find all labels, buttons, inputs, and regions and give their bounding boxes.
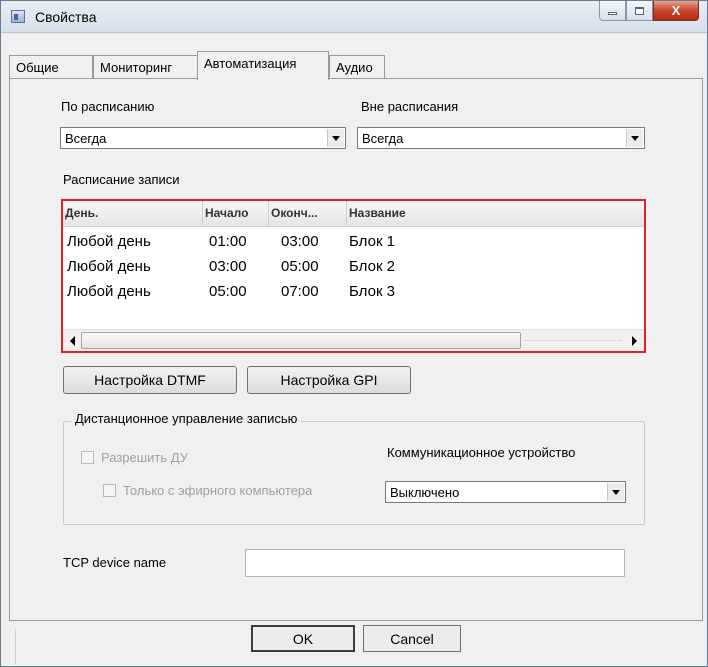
cell-end: 03:00 [281, 233, 319, 250]
cell-start: 01:00 [209, 233, 247, 250]
table-row[interactable]: Любой день 05:00 07:00 Блок 3 [63, 281, 644, 306]
off-schedule-label: Вне расписания [361, 99, 459, 114]
close-icon: X [671, 3, 681, 18]
minimize-button[interactable] [599, 1, 626, 21]
horizontal-scrollbar[interactable] [63, 329, 644, 351]
table-row[interactable]: Любой день 01:00 03:00 Блок 1 [63, 231, 644, 256]
chevron-down-icon[interactable] [607, 483, 624, 501]
on-schedule-label: По расписанию [61, 99, 155, 114]
on-schedule-value: Всегда [65, 131, 107, 146]
tcp-device-name-input[interactable] [245, 549, 625, 577]
scroll-right-icon[interactable] [626, 332, 643, 349]
cell-day: Любой день [67, 283, 151, 300]
table-header: День. Начало Оконч... Название [63, 201, 644, 227]
only-air-pc-label: Только с эфирного компьютера [123, 483, 313, 498]
column-header-name[interactable]: Название [347, 201, 637, 226]
title-bar[interactable]: Свойства X [1, 1, 707, 33]
app-icon [11, 10, 25, 23]
dtmf-settings-button[interactable]: Настройка DTMF [63, 366, 237, 394]
cancel-button[interactable]: Cancel [363, 625, 461, 652]
cell-end: 05:00 [281, 258, 319, 275]
recording-schedule-label: Расписание записи [63, 172, 180, 187]
column-header-end[interactable]: Оконч... [269, 201, 347, 226]
tab-audio[interactable]: Аудио [329, 55, 385, 79]
status-cell [1, 629, 16, 665]
ok-button[interactable]: OK [251, 625, 355, 652]
remote-control-group [63, 421, 645, 525]
only-air-pc-checkbox[interactable] [103, 484, 116, 497]
on-schedule-select[interactable]: Всегда [60, 127, 346, 149]
table-body: Любой день 01:00 03:00 Блок 1 Любой день… [63, 231, 644, 306]
tab-general[interactable]: Общие [9, 55, 93, 79]
scrollbar-track[interactable] [525, 340, 622, 341]
cell-end: 07:00 [281, 283, 319, 300]
close-button[interactable]: X [653, 1, 699, 21]
recording-schedule-table[interactable]: День. Начало Оконч... Название Любой ден… [61, 199, 646, 353]
tcp-device-name-label: TCP device name [63, 555, 167, 570]
off-schedule-value: Всегда [362, 131, 404, 146]
cell-name: Блок 2 [349, 258, 396, 275]
table-row[interactable]: Любой день 03:00 05:00 Блок 2 [63, 256, 644, 281]
maximize-button[interactable] [626, 1, 653, 21]
cell-name: Блок 1 [349, 233, 396, 250]
chevron-down-icon[interactable] [626, 129, 643, 147]
cell-start: 03:00 [209, 258, 247, 275]
comm-device-select[interactable]: Выключено [385, 481, 626, 503]
scroll-left-icon[interactable] [64, 332, 81, 349]
maximize-icon [635, 6, 644, 15]
cell-start: 05:00 [209, 283, 247, 300]
cell-name: Блок 3 [349, 283, 396, 300]
comm-device-value: Выключено [390, 485, 460, 500]
properties-window: Свойства X Общие Мониторинг Автоматизаци… [0, 0, 708, 667]
gpi-settings-button[interactable]: Настройка GPI [247, 366, 411, 394]
comm-device-label: Коммуникационное устройство [387, 445, 576, 460]
cell-day: Любой день [67, 233, 151, 250]
allow-remote-checkbox[interactable] [81, 451, 94, 464]
tab-monitoring[interactable]: Мониторинг [93, 55, 199, 79]
column-header-day[interactable]: День. [63, 201, 203, 226]
chevron-down-icon[interactable] [327, 129, 344, 147]
caption-buttons: X [599, 1, 699, 23]
remote-control-group-title: Дистанционное управление записью [71, 411, 302, 426]
scrollbar-thumb[interactable] [81, 332, 521, 349]
cell-day: Любой день [67, 258, 151, 275]
allow-remote-label: Разрешить ДУ [101, 450, 188, 465]
window-title: Свойства [35, 9, 97, 25]
tab-automation[interactable]: Автоматизация [197, 51, 329, 80]
minimize-icon [608, 12, 617, 15]
off-schedule-select[interactable]: Всегда [357, 127, 645, 149]
column-header-start[interactable]: Начало [203, 201, 269, 226]
